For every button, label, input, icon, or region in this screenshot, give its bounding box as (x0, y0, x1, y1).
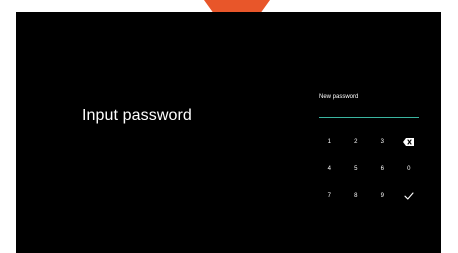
tv-screen: Input password New password 1 2 3 4 5 6 … (16, 12, 441, 253)
checkmark-icon[interactable] (396, 182, 423, 209)
key-0[interactable]: 0 (396, 155, 423, 182)
key-4[interactable]: 4 (316, 155, 343, 182)
key-9[interactable]: 9 (369, 182, 396, 209)
key-1[interactable]: 1 (316, 128, 343, 155)
backspace-icon[interactable] (396, 128, 423, 155)
new-password-label: New password (319, 94, 359, 100)
page-title: Input password (82, 107, 192, 124)
key-7[interactable]: 7 (316, 182, 343, 209)
new-password-field[interactable] (319, 117, 419, 118)
key-6[interactable]: 6 (369, 155, 396, 182)
key-2[interactable]: 2 (343, 128, 370, 155)
key-3[interactable]: 3 (369, 128, 396, 155)
key-5[interactable]: 5 (343, 155, 370, 182)
numeric-keypad: 1 2 3 4 5 6 0 7 8 9 (316, 128, 422, 209)
key-8[interactable]: 8 (343, 182, 370, 209)
